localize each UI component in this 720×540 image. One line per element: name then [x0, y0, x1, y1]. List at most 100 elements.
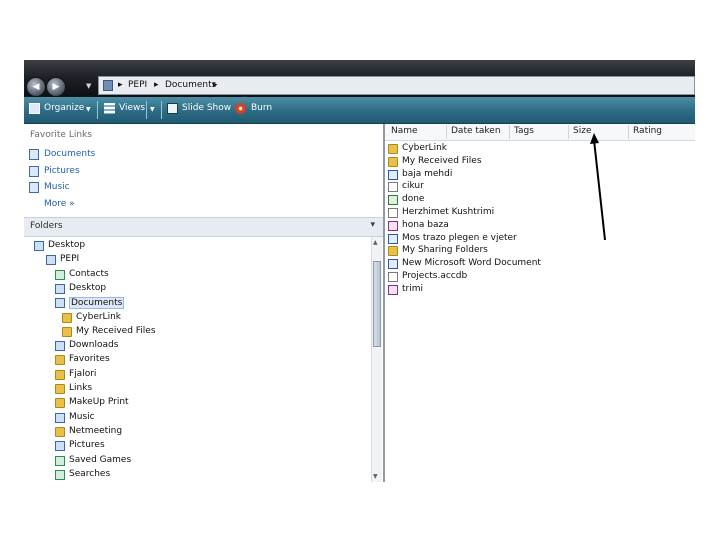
file-list-item[interactable]: Projects.accdb [402, 271, 467, 281]
history-dropdown-icon[interactable]: ▼ [86, 82, 91, 90]
scroll-down-icon[interactable]: ▼ [373, 473, 378, 480]
column-divider[interactable] [446, 125, 447, 139]
column-divider[interactable] [628, 125, 629, 139]
folder-icon [55, 398, 65, 409]
column-header-row: Name ˆ Date taken Tags Size Rating [385, 119, 695, 141]
explorer-window: ◀ ▶ ▼ ▸ PEPI ▸ Documents ▸ Organize ▼ Vi… [24, 60, 695, 482]
file-list-item[interactable]: trimi [402, 284, 423, 294]
toolbar-divider [161, 101, 162, 119]
file-list-item[interactable]: Mos trazo plegen e vjeter [402, 233, 517, 243]
column-divider[interactable] [509, 125, 510, 139]
folder-tree-item[interactable]: Desktop [48, 240, 85, 250]
favorite-links-title: Favorite Links [30, 130, 92, 140]
word-document-icon [388, 169, 398, 180]
folder-icon [55, 369, 65, 380]
folder-tree-item[interactable]: MakeUp Print [69, 397, 129, 407]
access-database-icon [388, 284, 398, 295]
music-icon [29, 182, 39, 193]
folder-icon [388, 156, 398, 167]
folder-tree-item[interactable]: CyberLink [76, 312, 121, 322]
toolbar-divider [146, 101, 147, 119]
scrollbar-thumb[interactable] [373, 261, 381, 347]
folder-icon [55, 426, 65, 437]
scroll-up-icon[interactable]: ▲ [373, 239, 378, 246]
favorite-links-more[interactable]: More » [44, 199, 75, 209]
folders-title: Folders [30, 221, 63, 231]
desktop-icon [55, 283, 65, 294]
command-toolbar: Organize ▼ Views ▼ Slide Show Burn [24, 97, 695, 124]
document-icon [388, 182, 398, 193]
back-button[interactable]: ◀ [26, 77, 46, 97]
document-icon [388, 208, 398, 218]
column-divider[interactable] [568, 125, 569, 139]
favorites-icon [55, 355, 65, 366]
folder-tree-item[interactable]: Favorites [69, 354, 110, 364]
file-list-item[interactable]: Herzhimet Kushtrimi [402, 207, 494, 217]
contacts-icon [55, 269, 65, 280]
folder-tree-item[interactable]: Contacts [69, 269, 109, 279]
folder-tree-item[interactable]: Downloads [69, 340, 118, 350]
folder-tree-scrollbar[interactable]: ▲ ▼ [371, 237, 382, 482]
address-box[interactable]: ▸ PEPI ▸ Documents ▸ [98, 76, 695, 95]
folder-icon [388, 246, 398, 257]
file-list-item[interactable]: CyberLink [402, 143, 447, 153]
column-header-rating[interactable]: Rating [633, 126, 662, 136]
folder-icon [388, 144, 398, 154]
folder-tree-item[interactable]: Searches [69, 469, 110, 479]
column-header-tags[interactable]: Tags [514, 126, 534, 136]
favorite-link-pictures[interactable]: Pictures [44, 166, 80, 176]
back-arrow-icon: ◀ [32, 82, 40, 92]
downloads-icon [55, 341, 65, 352]
chevron-down-icon[interactable]: ▾ [370, 220, 375, 230]
access-database-icon [388, 220, 398, 231]
folder-tree-item[interactable]: Documents [69, 297, 125, 310]
slideshow-button[interactable]: Slide Show [182, 103, 231, 113]
column-header-date-taken[interactable]: Date taken [451, 126, 501, 136]
forward-button[interactable]: ▶ [46, 77, 66, 97]
folders-header[interactable]: Folders ▾ [24, 217, 383, 237]
toolbar-divider [97, 101, 98, 119]
file-list-item[interactable]: My Received Files [402, 156, 482, 166]
organize-dropdown-icon[interactable]: ▼ [86, 106, 91, 113]
pictures-icon [55, 441, 65, 452]
folder-tree-item[interactable]: Saved Games [69, 455, 131, 465]
saved-games-icon [55, 455, 65, 466]
file-list-item[interactable]: done [402, 194, 424, 204]
folder-tree-item[interactable]: Music [69, 412, 95, 422]
file-list-item[interactable]: baja mehdi [402, 169, 452, 179]
column-header-size[interactable]: Size [573, 126, 591, 136]
burn-icon [235, 103, 246, 114]
documents-icon [29, 149, 39, 160]
file-list-item[interactable]: My Sharing Folders [402, 245, 488, 255]
navigation-pane: Favorite Links Documents Pictures Music … [24, 124, 383, 482]
views-icon [104, 103, 115, 114]
burn-button[interactable]: Burn [251, 103, 272, 113]
folder-icon [62, 326, 72, 337]
file-list-item[interactable]: hona baza [402, 220, 449, 230]
views-dropdown-icon[interactable]: ▼ [150, 106, 155, 113]
organize-icon [29, 103, 40, 114]
folder-tree-item[interactable]: Links [69, 383, 92, 393]
file-list-pane: Name ˆ Date taken Tags Size Rating Cyber… [385, 119, 695, 482]
favorite-link-documents[interactable]: Documents [44, 149, 95, 159]
column-header-name[interactable]: Name [391, 126, 418, 136]
views-button[interactable]: Views [119, 103, 145, 113]
file-list-item[interactable]: cikur [402, 181, 424, 191]
breadcrumb-documents[interactable]: Documents [165, 80, 216, 90]
folder-tree-item[interactable]: Fjalori [69, 369, 96, 379]
folder-tree-item[interactable]: PEPI [60, 254, 79, 264]
favorite-link-music[interactable]: Music [44, 182, 70, 192]
forward-arrow-icon: ▶ [52, 82, 60, 92]
organize-button[interactable]: Organize [44, 103, 84, 113]
word-document-icon [388, 233, 398, 244]
breadcrumb-separator: ▸ [118, 80, 123, 90]
breadcrumb-pepi[interactable]: PEPI [128, 80, 147, 90]
folder-tree-item[interactable]: Desktop [69, 283, 106, 293]
desktop-icon [34, 241, 44, 251]
folder-tree-item[interactable]: My Received Files [76, 326, 156, 336]
folder-tree-item[interactable]: Pictures [69, 440, 105, 450]
pictures-icon [29, 166, 39, 177]
folder-tree-item[interactable]: Netmeeting [69, 426, 122, 436]
user-folder-icon [46, 255, 56, 266]
file-list-item[interactable]: New Microsoft Word Document [402, 258, 541, 268]
